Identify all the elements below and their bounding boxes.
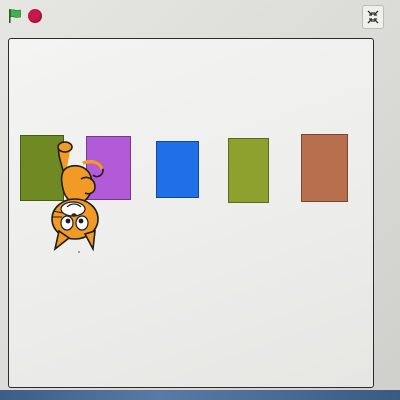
player-toolbar [0, 0, 400, 34]
stop-icon[interactable] [28, 9, 42, 23]
stage[interactable] [8, 38, 374, 388]
os-taskbar [0, 390, 400, 400]
block-brown[interactable] [301, 134, 348, 202]
exit-fullscreen-icon[interactable] [362, 5, 384, 29]
green-flag-icon[interactable] [8, 8, 22, 24]
stage-speck [78, 251, 80, 253]
scratch-cat-sprite[interactable] [37, 139, 107, 251]
scratch-player-window [0, 0, 400, 400]
block-olive-right[interactable] [228, 138, 269, 203]
block-blue[interactable] [156, 141, 199, 198]
exit-fullscreen-glyph [367, 10, 379, 24]
